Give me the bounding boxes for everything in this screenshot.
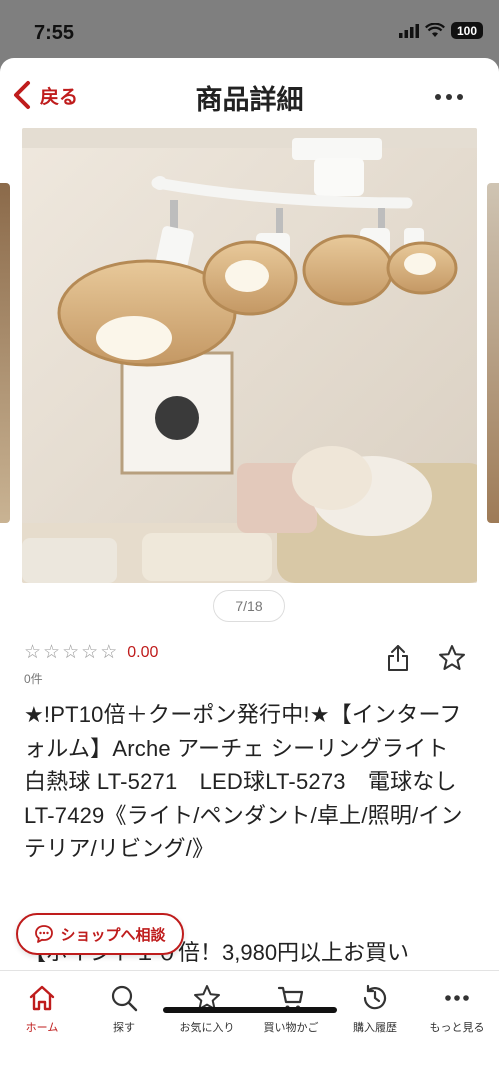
status-icons: 100 (399, 22, 483, 39)
more-icon (445, 995, 469, 1001)
star-icon (439, 645, 465, 670)
next-image-peek[interactable] (487, 183, 499, 523)
tab-search[interactable]: 探す (82, 981, 166, 1035)
star-outline-icon: ☆ (62, 642, 80, 663)
signal-icon (399, 23, 419, 38)
product-image[interactable] (22, 128, 477, 583)
image-counter: 7/18 (213, 590, 285, 622)
star-outline-icon: ☆ (24, 642, 42, 663)
dot-icon (457, 94, 463, 100)
favorite-button[interactable] (438, 644, 466, 677)
star-outline-icon: ☆ (43, 642, 61, 663)
tab-more[interactable]: もっと見る (415, 981, 499, 1035)
page-title: 商品詳細 (195, 85, 304, 115)
tab-label: 購入履歴 (353, 1022, 397, 1034)
more-options-button[interactable] (435, 94, 463, 100)
battery-indicator: 100 (451, 22, 483, 39)
dot-icon (435, 94, 441, 100)
wifi-icon (425, 23, 445, 37)
review-count[interactable]: 0件 (24, 670, 43, 687)
tab-label: 買い物かご (263, 1022, 319, 1034)
previous-image-peek[interactable] (0, 183, 10, 523)
product-title: ★!PT10倍＋クーポン発行中!★【インターフォルム】Arche アーチェ シー… (24, 702, 471, 861)
rating-value: 0.00 (127, 643, 159, 661)
shop-consult-button[interactable]: ショップへ相談 (16, 913, 184, 955)
chat-icon (35, 925, 54, 943)
search-icon (111, 985, 138, 1012)
image-gallery[interactable] (0, 128, 499, 583)
share-icon (388, 645, 408, 671)
home-icon (29, 985, 55, 1011)
tab-home[interactable]: ホーム (0, 981, 84, 1035)
nav-bar: 戻る 商品詳細 (0, 58, 499, 128)
bottom-tab-bar: ホーム 探す お気に入り 買い物かご 購入履歴 もっと見る (0, 970, 499, 1080)
star-outline-icon: ☆ (81, 642, 99, 663)
dot-icon (446, 94, 452, 100)
tab-label: 探す (113, 1022, 135, 1034)
status-bar: 7:55 100 (0, 0, 499, 58)
ceiling-light-photo (22, 128, 477, 583)
tab-label: お気に入り (179, 1022, 235, 1034)
star-outline-icon: ☆ (100, 642, 118, 663)
tab-label: ホーム (25, 1022, 59, 1034)
status-time: 7:55 (34, 22, 75, 44)
shop-consult-label: ショップへ相談 (60, 926, 166, 944)
tab-label: もっと見る (429, 1022, 485, 1034)
rating-stars: ☆ ☆ ☆ ☆ ☆ 0.00 (24, 643, 158, 662)
product-detail-sheet: 戻る 商品詳細 7/18 ☆ ☆ ☆ ☆ ☆ 0.00 0件 ★!PT10倍＋ク… (0, 58, 499, 1080)
history-icon (363, 984, 387, 1010)
share-button[interactable] (386, 644, 410, 677)
tab-purchase-history[interactable]: 購入履歴 (333, 981, 417, 1035)
home-indicator (163, 1007, 337, 1013)
